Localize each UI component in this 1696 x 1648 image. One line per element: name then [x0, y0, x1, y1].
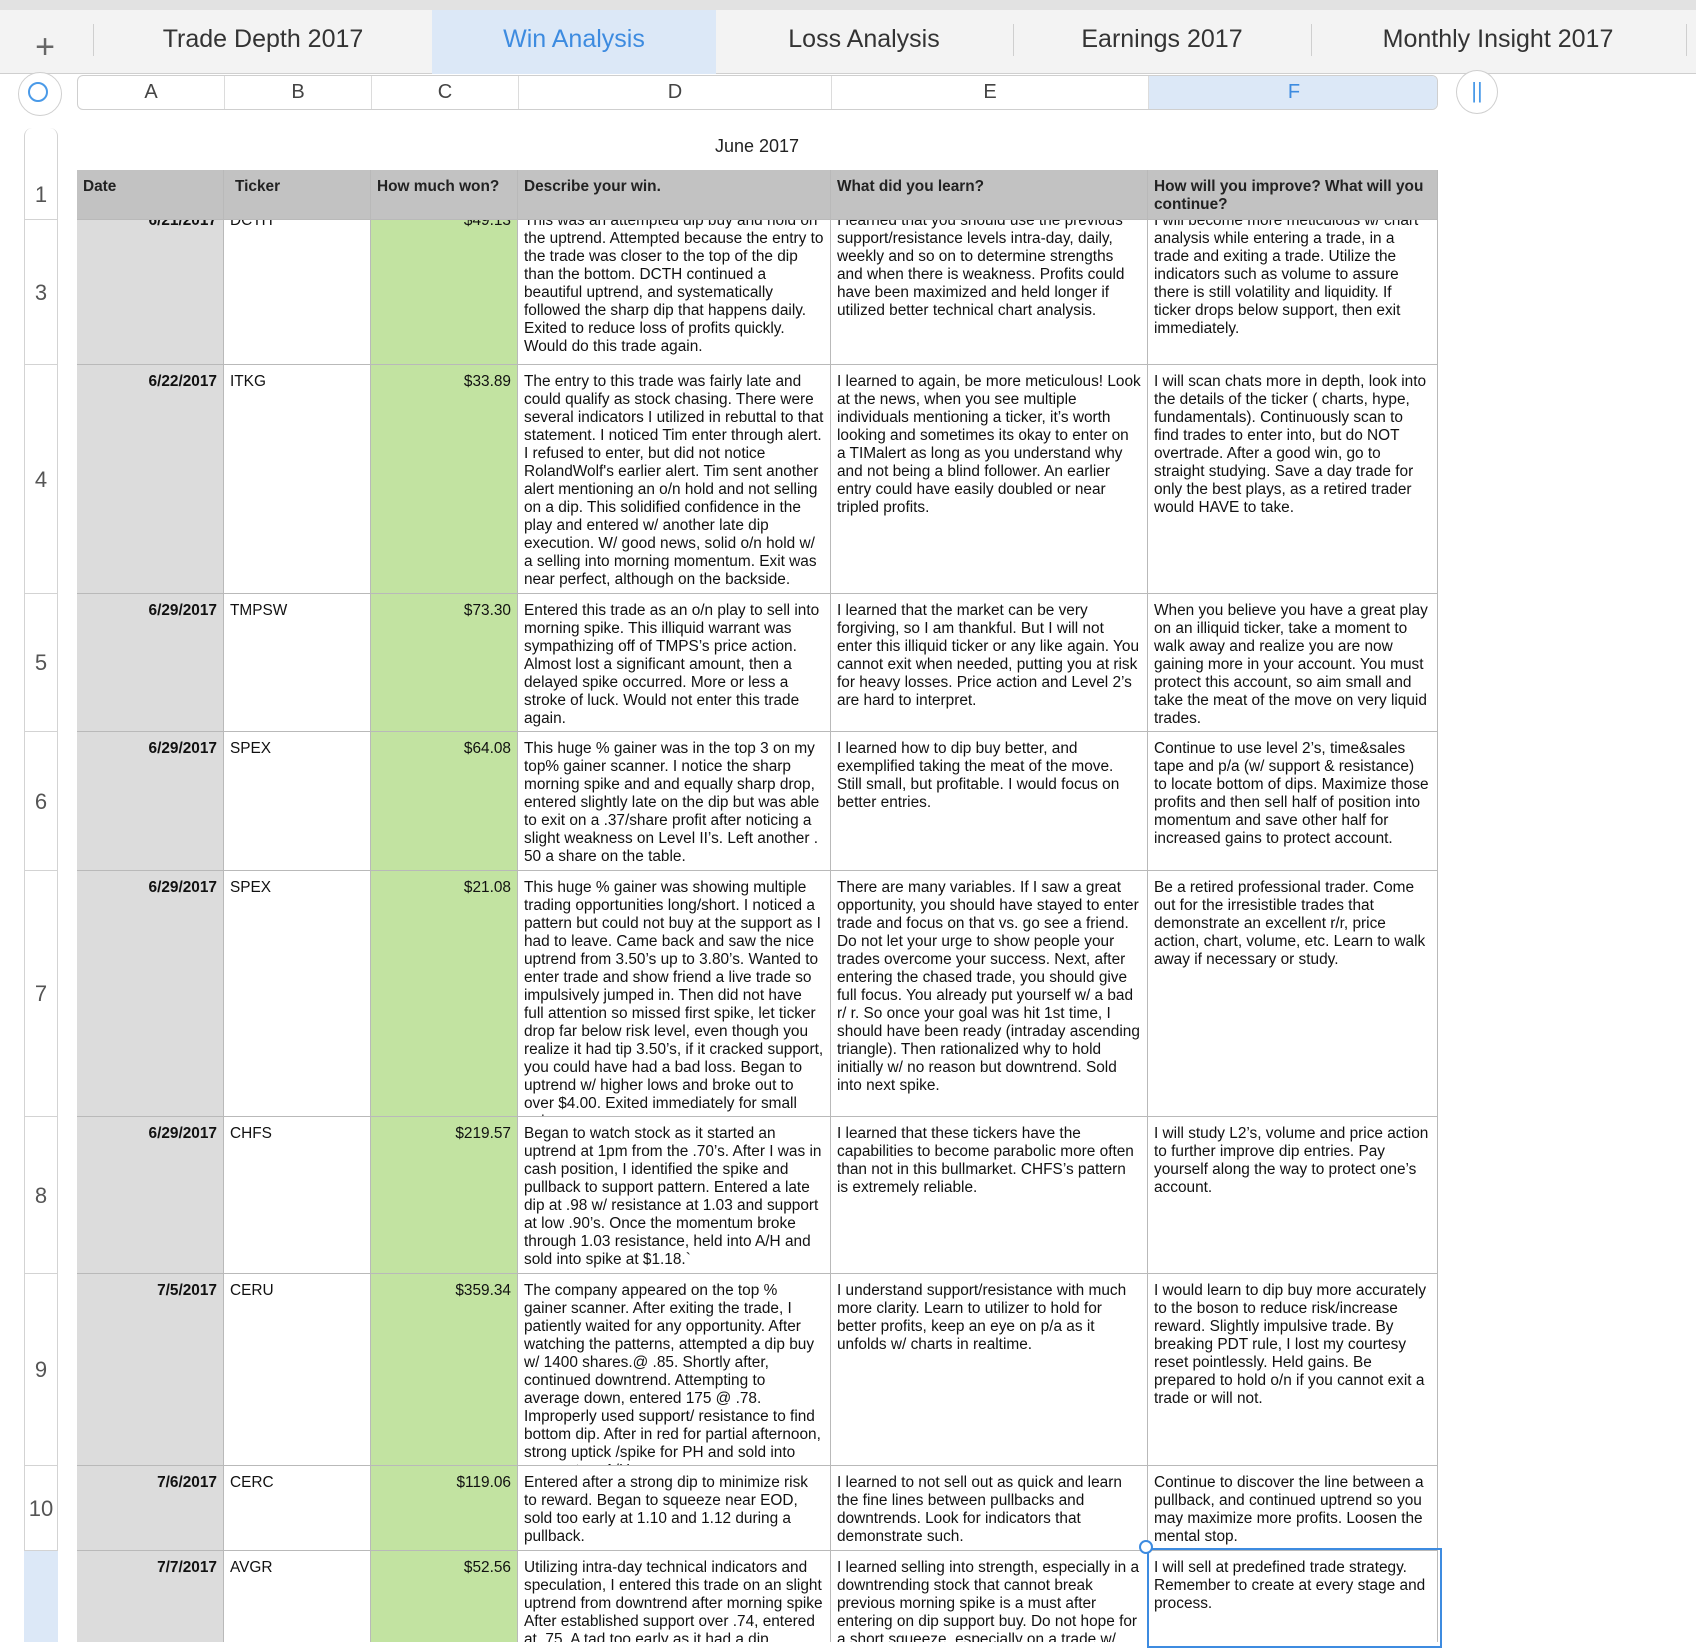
cell-ticker[interactable]: CHFS [224, 1117, 371, 1274]
tab-monthly-insight-2017[interactable]: Monthly Insight 2017 [1312, 10, 1684, 74]
cell-date[interactable]: 6/29/2017 [77, 871, 224, 1117]
cell-how-improve[interactable]: Continue to use level 2’s, time&sales ta… [1148, 732, 1438, 871]
cell-what-learned[interactable]: I learned to again, be more meticulous! … [831, 365, 1148, 594]
cell-what-learned[interactable]: I understand support/resistance with muc… [831, 1274, 1148, 1466]
row-header-11[interactable] [24, 1551, 58, 1642]
row-header-7[interactable]: 7 [24, 871, 58, 1117]
selection-handle[interactable] [1139, 1540, 1153, 1554]
column-header-a[interactable]: A [78, 76, 225, 109]
cell-amount-won[interactable]: $219.57 [371, 1117, 518, 1274]
cell-date[interactable]: 7/7/2017 [77, 1551, 224, 1642]
tab-win-analysis[interactable]: Win Analysis [432, 10, 716, 74]
cell-amount-won[interactable]: $21.08 [371, 871, 518, 1117]
cell-date[interactable]: 6/29/2017 [77, 594, 224, 732]
cell-date[interactable]: 7/5/2017 [77, 1274, 224, 1466]
table-title: June 2017 [714, 136, 800, 156]
cell-how-improve[interactable]: I will sell at predefined trade strategy… [1148, 1551, 1438, 1642]
tab-loss-analysis[interactable]: Loss Analysis [716, 10, 1012, 74]
cell-describe-win[interactable]: The entry to this trade was fairly late … [518, 365, 831, 594]
tab-trade-depth-2017[interactable]: Trade Depth 2017 [96, 10, 430, 74]
row-header-1[interactable]: 1 [24, 170, 58, 220]
cell-describe-win[interactable]: Entered after a strong dip to minimize r… [518, 1466, 831, 1551]
cell-ticker[interactable]: CERC [224, 1466, 371, 1551]
row-header-6[interactable]: 6 [24, 732, 58, 871]
cell-date[interactable]: 6/29/2017 [77, 1117, 224, 1274]
cell-how-improve[interactable]: I will become more meticulous w/ chart a… [1148, 220, 1438, 365]
header-describe-win[interactable]: Describe your win. [518, 170, 831, 220]
cell-ticker[interactable]: SPEX [224, 732, 371, 871]
cell-ticker[interactable]: AVGR [224, 1551, 371, 1642]
cell-amount-won[interactable]: $73.30 [371, 594, 518, 732]
cell-ticker[interactable]: CERU [224, 1274, 371, 1466]
cell-describe-win[interactable]: The company appeared on the top % gainer… [518, 1274, 831, 1466]
row-header-10[interactable]: 10 [24, 1466, 58, 1551]
cell-how-improve[interactable]: I would learn to dip buy more accurately… [1148, 1274, 1438, 1466]
column-header-f[interactable]: F [1149, 76, 1437, 109]
column-header-b[interactable]: B [225, 76, 372, 109]
header-how-much-won[interactable]: How much won? [371, 170, 518, 220]
cell-describe-win[interactable]: This huge % gainer was in the top 3 on m… [518, 732, 831, 871]
cell-ticker[interactable]: ITKG [224, 365, 371, 594]
column-header-c[interactable]: C [372, 76, 519, 109]
column-header-bar: A B C D E F [77, 75, 1438, 110]
cell-how-improve[interactable]: Continue to discover the line between a … [1148, 1466, 1438, 1551]
row-header-8[interactable]: 8 [24, 1117, 58, 1274]
cell-what-learned[interactable]: There are many variables. If I saw a gre… [831, 871, 1148, 1117]
cell-what-learned[interactable]: I learned selling into strength, especia… [831, 1551, 1148, 1642]
add-sheet-icon[interactable]: + [28, 22, 62, 72]
cell-describe-win[interactable]: This was an attempted dip buy and hold o… [518, 220, 831, 365]
cell-how-improve[interactable]: I will scan chats more in depth, look in… [1148, 365, 1438, 594]
row-header-4[interactable]: 4 [24, 365, 58, 594]
cell-ticker[interactable]: TMPSW [224, 594, 371, 732]
freeze-columns-icon[interactable]: || [1456, 70, 1498, 114]
cell-how-improve[interactable]: Be a retired professional trader. Come o… [1148, 871, 1438, 1117]
cell-what-learned[interactable]: I learned that the market can be very fo… [831, 594, 1148, 732]
cell-amount-won[interactable]: $33.89 [371, 365, 518, 594]
cell-how-improve[interactable]: When you believe you have a great play o… [1148, 594, 1438, 732]
cell-how-improve[interactable]: I will study L2’s, volume and price acti… [1148, 1117, 1438, 1274]
cell-date[interactable]: 6/29/2017 [77, 732, 224, 871]
column-header-d[interactable]: D [519, 76, 832, 109]
sheet-tab-bar: + Trade Depth 2017 Win Analysis Loss Ana… [0, 0, 1696, 74]
tab-earnings-2017[interactable]: Earnings 2017 [1014, 10, 1310, 74]
row-header-9[interactable]: 9 [24, 1274, 58, 1466]
cell-describe-win[interactable]: This huge % gainer was showing multiple … [518, 871, 831, 1117]
cell-amount-won[interactable]: $64.08 [371, 732, 518, 871]
cell-amount-won[interactable]: $49.13 [371, 220, 518, 365]
select-all-circle-icon[interactable] [18, 72, 62, 116]
cell-amount-won[interactable]: $119.06 [371, 1466, 518, 1551]
header-ticker[interactable]: Ticker [224, 170, 371, 220]
cell-what-learned[interactable]: I learned to not sell out as quick and l… [831, 1466, 1148, 1551]
row-header-5[interactable]: 5 [24, 594, 58, 732]
win-analysis-table: Date Ticker How much won? Describe your … [77, 170, 1438, 1642]
cell-ticker[interactable]: DCTH [224, 220, 371, 365]
cell-date[interactable]: 6/22/2017 [77, 365, 224, 594]
cell-date[interactable]: 7/6/2017 [77, 1466, 224, 1551]
header-date[interactable]: Date [77, 170, 224, 220]
cell-describe-win[interactable]: Entered this trade as an o/n play to sel… [518, 594, 831, 732]
cell-describe-win[interactable]: Utilizing intra-day technical indicators… [518, 1551, 831, 1642]
cell-describe-win[interactable]: Began to watch stock as it started an up… [518, 1117, 831, 1274]
cell-date[interactable]: 6/21/2017 [77, 220, 224, 365]
cell-what-learned[interactable]: I learned that these tickers have the ca… [831, 1117, 1148, 1274]
cell-what-learned[interactable]: I learned that you should use the previo… [831, 220, 1148, 365]
tab-separator [93, 24, 94, 56]
cell-what-learned[interactable]: I learned how to dip buy better, and exe… [831, 732, 1148, 871]
cell-amount-won[interactable]: $359.34 [371, 1274, 518, 1466]
row-header-3[interactable]: 3 [24, 220, 58, 365]
header-how-improve[interactable]: How will you improve? What will you cont… [1148, 170, 1438, 220]
cell-amount-won[interactable]: $52.56 [371, 1551, 518, 1642]
header-what-learned[interactable]: What did you learn? [831, 170, 1148, 220]
tab-separator [1686, 24, 1687, 56]
column-header-e[interactable]: E [832, 76, 1149, 109]
cell-ticker[interactable]: SPEX [224, 871, 371, 1117]
